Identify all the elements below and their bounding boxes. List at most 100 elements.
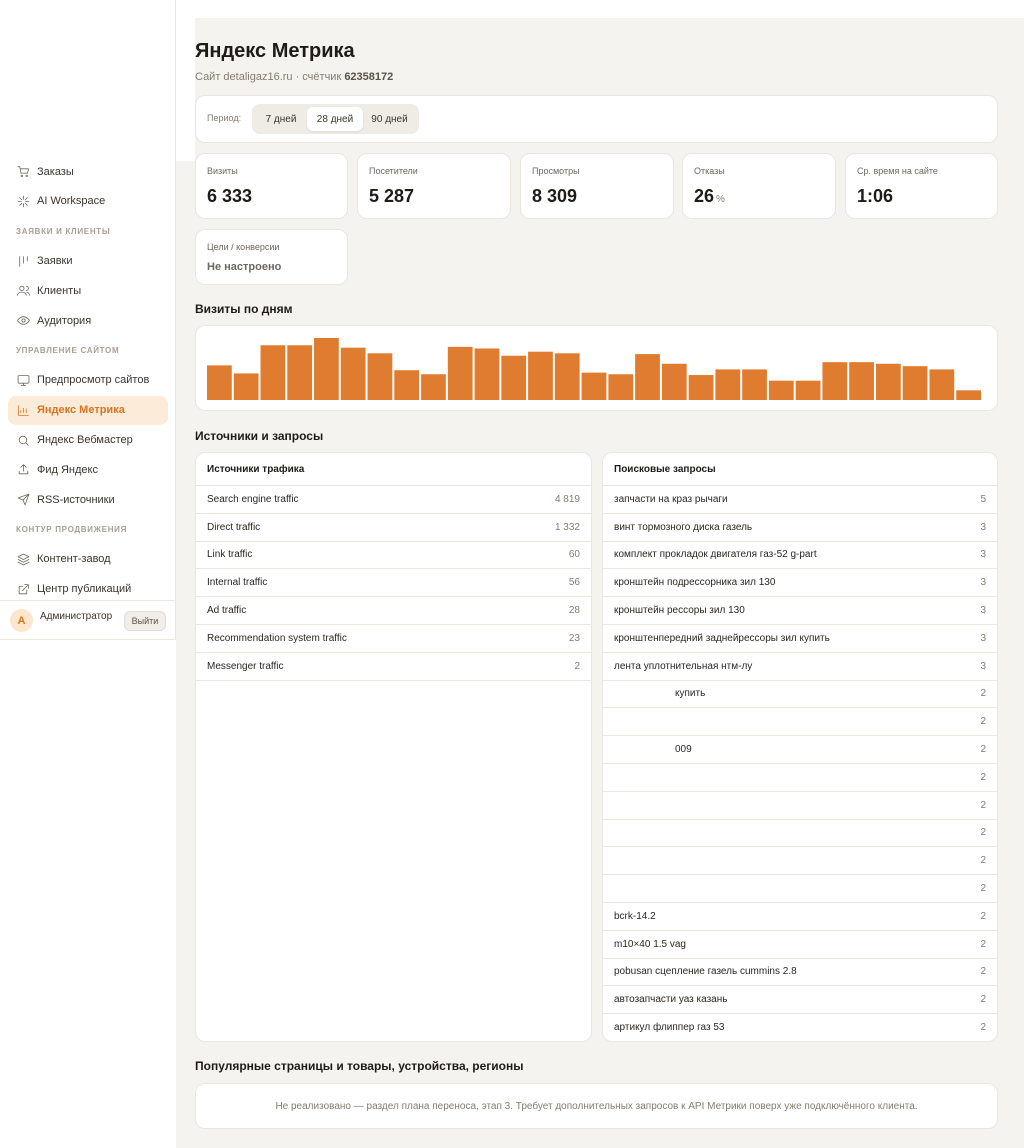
top-bar (195, 0, 1024, 18)
query-count: 2 (980, 994, 986, 1006)
visits-bar (554, 353, 580, 400)
source-count: 56 (568, 577, 580, 589)
source-name: Internal traffic (207, 577, 268, 589)
search-queries-header: Поисковые запросы (603, 453, 997, 486)
sidebar-section-promo: Контур продвижения (16, 525, 128, 535)
source-name: Recommendation system traffic (207, 632, 347, 644)
sidebar-item-label: Предпросмотр сайтов (37, 374, 150, 387)
table-row: Messenger traffic 2 (196, 653, 591, 681)
visits-chart-title: Визиты по дням (195, 302, 293, 316)
query-count: 2 (980, 883, 986, 895)
table-row: 2 (603, 847, 997, 876)
query-text: m10×40 1.5 vag (614, 938, 686, 950)
stat-card-bounce: Отказы 26% (682, 153, 836, 219)
source-count: 28 (568, 605, 580, 617)
table-row: Internal traffic 56 (196, 569, 591, 598)
table-row: Search engine traffic 4 819 (196, 486, 591, 514)
sources-section-title: Источники и запросы (195, 429, 324, 443)
sidebar-item-audience[interactable]: Аудитория (8, 306, 168, 335)
table-row: 2 (603, 708, 997, 737)
table-row: Ad traffic 28 (196, 597, 591, 625)
user-name: Администратор (40, 611, 113, 622)
users-icon (16, 284, 30, 298)
query-count: 2 (980, 1022, 986, 1034)
bar-chart-icon (16, 403, 30, 417)
sidebar-item-content-factory[interactable]: Контент-завод (8, 545, 168, 574)
table-row: Direct traffic 1 332 (196, 514, 591, 542)
sidebar-item-requests[interactable]: Заявки (8, 247, 168, 276)
sidebar-item-yandex-webmaster[interactable]: Яндекс Вебмастер (8, 426, 168, 455)
sidebar-section-site: Управление сайтом (16, 346, 120, 356)
period-segmented-control: 7 дней 28 дней 90 дней (252, 104, 419, 134)
sidebar-item-clients[interactable]: Клиенты (8, 276, 168, 305)
stat-value: 26% (694, 186, 725, 206)
query-text: комплект прокладок двигателя газ-52 g-pa… (614, 549, 817, 561)
sidebar: Заказы AI Workspace Заявки и клиенты Зая… (0, 0, 176, 640)
source-name: Direct traffic (207, 521, 261, 533)
sidebar-item-yandex-feed[interactable]: Фид Яндекс (8, 455, 168, 484)
table-row: Recommendation system traffic 23 (196, 625, 591, 653)
upload-icon (16, 463, 30, 477)
sidebar-item-orders[interactable]: Заказы (8, 157, 168, 186)
period-label: Период: (207, 113, 242, 123)
visits-bar (875, 363, 901, 400)
layers-icon (16, 552, 30, 566)
sparkle-icon (16, 194, 30, 208)
cart-icon (16, 165, 30, 179)
visits-bar (822, 362, 848, 400)
visits-bar-chart (207, 338, 981, 400)
sidebar-nav: Заказы AI Workspace Заявки и клиенты Зая… (8, 157, 168, 605)
table-row: артикул флиппер газ 53 2 (603, 1014, 997, 1041)
sidebar-item-rss[interactable]: RSS-источники (8, 485, 168, 514)
period-option-90[interactable]: 90 дней (363, 107, 416, 131)
visits-bar (474, 348, 500, 400)
table-row: автозапчасти уаз казань 2 (603, 986, 997, 1015)
stat-value: 8 309 (532, 186, 578, 206)
stat-label: Отказы (694, 166, 725, 176)
logout-button[interactable]: Выйти (124, 610, 166, 631)
query-text: купить (675, 688, 706, 700)
period-option-7[interactable]: 7 дней (255, 107, 307, 131)
source-count: 2 (574, 660, 580, 672)
query-count: 5 (980, 493, 986, 505)
visits-bar (902, 366, 928, 400)
query-count: 3 (980, 660, 986, 672)
stat-label: Цели / конверсии (207, 242, 280, 252)
eye-icon (16, 314, 30, 328)
page-subtitle: Сайт detaligaz16.ru · счётчик 62358172 (195, 71, 393, 83)
popular-placeholder-card: Не реализовано — раздел плана переноса, … (195, 1083, 998, 1129)
sidebar-item-label: Центр публикаций (37, 583, 132, 596)
popular-placeholder-text: Не реализовано — раздел плана переноса, … (275, 1100, 918, 1112)
popular-section-title: Популярные страницы и товары, устройства… (195, 1059, 524, 1073)
table-row: 2 (603, 764, 997, 792)
visits-bar (233, 373, 259, 400)
sidebar-item-label: Аудитория (37, 314, 92, 327)
sidebar-item-yandex-metrika[interactable]: Яндекс Метрика (8, 395, 168, 425)
query-text: кронштейн подрессорника зил 130 (614, 577, 776, 589)
stat-card-visitors: Посетители 5 287 (357, 153, 511, 219)
table-row: 2 (603, 792, 997, 820)
query-text: pobusan сцепление газель cummins 2.8 (614, 966, 797, 978)
sidebar-item-site-preview[interactable]: Предпросмотр сайтов (8, 366, 168, 395)
visits-bar (715, 369, 741, 400)
table-row: купить 2 (603, 681, 997, 709)
sidebar-item-label: Яндекс Метрика (37, 404, 125, 417)
table-row: запчасти на краз рычаги 5 (603, 486, 997, 514)
sidebar-header-area (176, 18, 195, 161)
sidebar-item-ai-workspace[interactable]: AI Workspace (8, 187, 168, 216)
table-row: 009 2 (603, 736, 997, 764)
table-row: Link traffic 60 (196, 542, 591, 570)
user-panel: А Администратор Выйти (0, 600, 176, 640)
period-option-28[interactable]: 28 дней (307, 107, 363, 131)
visits-bar (581, 372, 607, 400)
sidebar-item-label: Контент-завод (37, 553, 111, 566)
source-count: 4 819 (554, 493, 580, 505)
stat-label: Ср. время на сайте (857, 166, 938, 176)
query-text: кронштенпередний заднейрессоры зил купит… (614, 632, 830, 644)
sidebar-item-label: Клиенты (37, 284, 82, 297)
query-count: 2 (980, 744, 986, 756)
query-text: bcrk-14.2 (614, 910, 656, 922)
search-icon (16, 433, 30, 447)
query-count: 2 (980, 966, 986, 978)
visits-bar (447, 346, 473, 400)
